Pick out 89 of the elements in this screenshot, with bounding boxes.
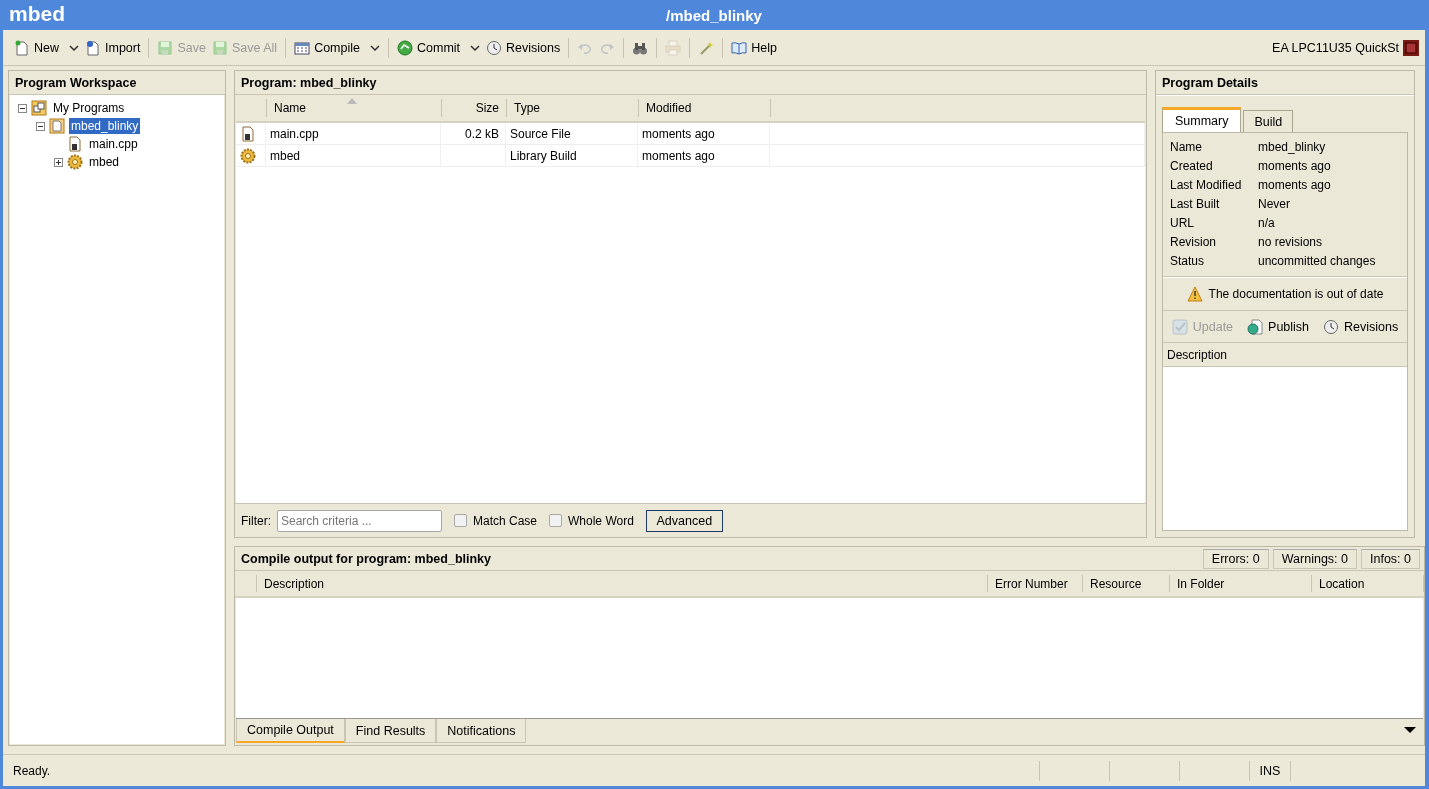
publish-button[interactable]: Publish [1245,316,1312,337]
table-cell: Library Build [510,148,577,163]
program-document-icon [49,118,65,134]
advanced-button[interactable]: Advanced [645,509,723,532]
field-label: Revision [1170,233,1218,251]
table-cell: mbed [270,148,301,163]
column-header[interactable]: Modified [638,99,770,117]
column-header[interactable]: In Folder [1170,575,1312,592]
filter-label: Filter: [241,513,271,528]
tab[interactable]: Build [1243,110,1294,132]
programs-folder-icon [31,100,47,116]
revisions-button[interactable]: Revisions [1321,316,1401,337]
tree-item[interactable]: My Programs [51,100,127,116]
column-header[interactable]: Resource [1083,575,1170,592]
revisions-button[interactable]: Revisions [483,35,564,60]
description-label: Description [1167,347,1228,362]
tab[interactable]: Summary [1162,107,1242,133]
notice-text: The documentation is out of date [1208,287,1384,301]
checkmark-icon [1171,318,1188,335]
expand-toggle[interactable] [54,157,63,167]
column-header[interactable]: Description [257,575,988,592]
column-header[interactable]: Type [506,99,638,117]
checkbox-label: Match Case [473,513,538,528]
compile-button[interactable]: Compile [291,35,383,60]
caret-icon [69,44,79,51]
clock-icon [1323,318,1340,335]
field-label: Created [1170,157,1214,175]
gear-icon [67,154,83,170]
caret-icon [370,44,380,51]
field-value: moments ago [1258,157,1332,175]
column-header[interactable]: Location [1312,575,1424,592]
calendar-grid-icon [294,39,311,56]
counter-badge: Errors: 0 [1202,548,1269,569]
counter-badge: Infos: 0 [1361,548,1420,569]
field-value: moments ago [1258,176,1332,194]
collapse-toggle[interactable] [36,121,45,131]
clock-icon [486,39,503,56]
collapse-toggle[interactable] [18,103,27,113]
tab[interactable]: Find Results [344,719,437,743]
window-title: /mbed_blinky [666,6,762,24]
dropdown-triangle-icon[interactable] [1404,727,1416,733]
table-cell: moments ago [642,126,715,141]
app-logo: mbed [9,2,65,26]
column-header[interactable]: Size [441,99,506,117]
table-cell: 0.2 kB [464,126,499,141]
source-file-icon [67,136,83,152]
import-button[interactable]: Import [82,35,144,60]
printer-icon [665,39,682,56]
status-message: Ready. [13,763,52,778]
field-value: no revisions [1258,233,1324,251]
commit-button[interactable]: Commit [394,35,484,60]
import-document-icon [85,39,101,56]
checkbox[interactable] [454,514,467,527]
field-label: Last Modified [1170,176,1243,194]
field-value: Never [1258,195,1291,213]
field-label: Status [1170,252,1206,270]
panel-header: Compile output for program: mbed_blinky [241,551,491,566]
field-value: mbed_blinky [1258,138,1327,156]
source-file-icon [240,125,256,142]
tree-item[interactable]: mbed_blinky [69,118,141,134]
globe-document-icon [1247,318,1264,335]
field-label: Name [1170,138,1203,156]
field-value: uncommitted changes [1258,252,1377,270]
column-header[interactable]: Name [266,99,441,117]
column-header[interactable]: Error Number [988,575,1083,592]
book-icon [731,39,748,56]
tree-item[interactable]: main.cpp [87,136,140,152]
checkbox-label: Whole Word [568,513,634,528]
tab[interactable]: Compile Output [236,719,345,743]
table-cell: main.cpp [270,126,319,141]
caret-icon [470,44,481,51]
tree-item[interactable]: mbed [87,154,122,170]
checkbox[interactable] [549,514,563,527]
device-board-icon [1403,39,1419,56]
field-label: Last Built [1170,195,1221,213]
tab[interactable]: Notifications [436,719,527,743]
help-button[interactable]: Help [728,35,780,60]
field-value: n/a [1258,214,1276,232]
counter-badge: Warnings: 0 [1272,548,1357,569]
insert-mode-indicator: INS [1259,763,1281,778]
field-label: URL [1170,214,1195,232]
warning-icon [1186,286,1203,302]
new-document-icon [14,39,30,56]
device-name: EA LPC11U35 QuickSt [1272,40,1399,55]
table-cell: Source File [510,126,571,141]
filter-field[interactable]: Search criteria ... [277,509,442,532]
gear-icon [240,147,256,164]
new-button[interactable]: New [11,35,82,60]
table-cell: moments ago [642,148,715,163]
